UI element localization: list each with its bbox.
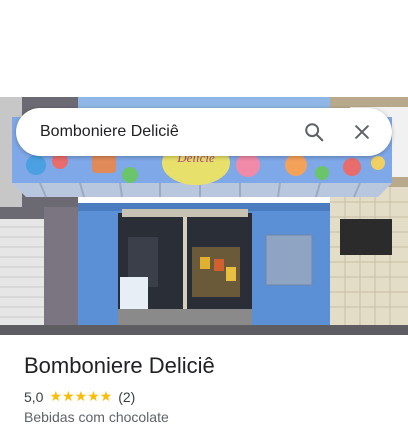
search-input[interactable]: Bomboniere Deliciê xyxy=(40,123,300,141)
close-button[interactable] xyxy=(348,118,376,146)
search-icon xyxy=(305,123,324,142)
rating-value: 5,0 xyxy=(24,388,44,405)
search-button[interactable] xyxy=(300,118,328,146)
star-rating-icon: ★★★★★ xyxy=(49,388,113,404)
place-category: Bebidas com chocolate xyxy=(24,409,169,425)
search-bar[interactable]: Bomboniere Deliciê xyxy=(16,108,392,156)
place-info-panel: Bomboniere Deliciê 5,0 ★★★★★ (2) Bebidas… xyxy=(0,335,408,432)
close-icon xyxy=(355,125,369,139)
place-title[interactable]: Bomboniere Deliciê xyxy=(24,353,215,379)
rating-row[interactable]: 5,0 ★★★★★ (2) xyxy=(24,388,135,405)
review-count: (2) xyxy=(118,388,136,405)
